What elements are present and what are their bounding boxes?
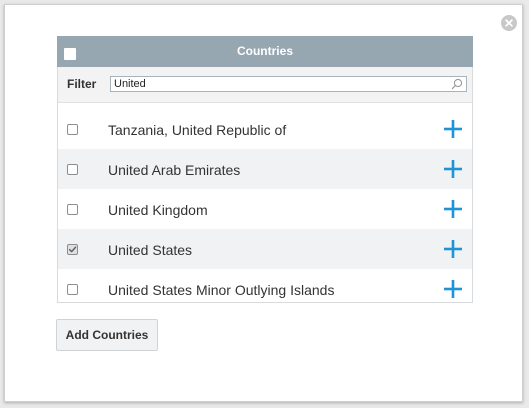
plus-icon[interactable] [443, 199, 463, 219]
country-label: United States Minor Outlying Islands [108, 282, 335, 298]
add-countries-button[interactable]: Add Countries [56, 319, 158, 351]
checkmark-icon [68, 246, 77, 253]
country-label: Tanzania, United Republic of [108, 122, 287, 138]
row-checkbox-checked[interactable] [67, 244, 78, 255]
countries-dialog: Countries Filter Tanzania, United Republ… [4, 4, 523, 402]
filter-label: Filter [67, 77, 97, 91]
close-icon[interactable] [501, 15, 517, 31]
list-item[interactable]: United Kingdom [58, 189, 472, 229]
panel-header: Countries [57, 36, 473, 67]
row-checkbox[interactable] [67, 284, 78, 295]
list-item[interactable]: United States Minor Outlying Islands [58, 269, 472, 309]
country-label: United States [108, 242, 193, 258]
country-list: Tanzania, United Republic of United Arab… [58, 109, 472, 309]
country-label: United Arab Emirates [108, 162, 241, 178]
plus-icon[interactable] [443, 239, 463, 259]
row-checkbox[interactable] [67, 124, 78, 135]
list-item[interactable]: United Arab Emirates [58, 149, 472, 189]
list-item[interactable]: United States [58, 229, 472, 269]
plus-icon[interactable] [443, 119, 463, 139]
filter-field[interactable] [110, 76, 467, 92]
plus-icon[interactable] [443, 159, 463, 179]
row-checkbox[interactable] [67, 204, 78, 215]
plus-icon[interactable] [443, 279, 463, 299]
filter-input[interactable] [114, 78, 434, 90]
panel-title: Countries [236, 44, 293, 58]
row-checkbox[interactable] [67, 164, 78, 175]
search-icon[interactable] [451, 78, 463, 90]
list-item[interactable]: Tanzania, United Republic of [58, 109, 472, 149]
country-label: United Kingdom [108, 202, 208, 218]
filter-row: Filter [58, 67, 472, 103]
countries-panel: Countries Filter Tanzania, United Republ… [57, 36, 473, 303]
